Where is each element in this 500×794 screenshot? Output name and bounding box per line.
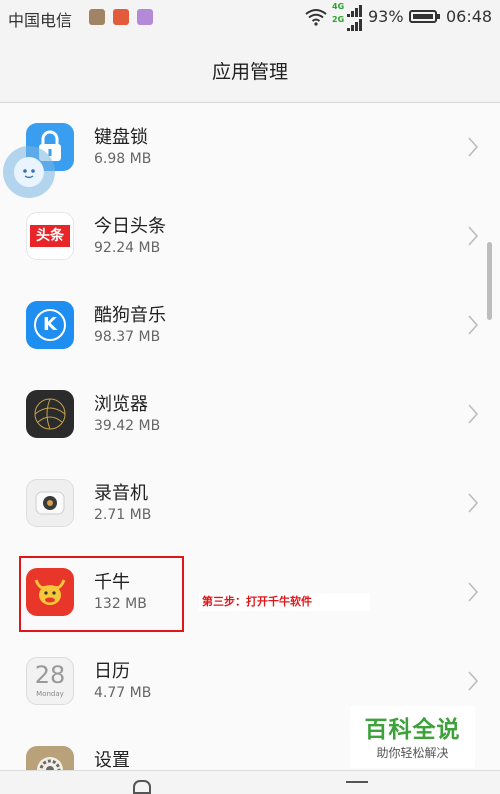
calendar-day: 28 — [34, 661, 66, 689]
gallery-icon — [137, 9, 153, 25]
notification-icon-2 — [113, 9, 129, 25]
calendar-weekday: Monday — [36, 690, 64, 698]
step-annotation: 第三步：打开千牛软件 — [199, 593, 370, 611]
settings-icon — [26, 746, 74, 770]
wifi-icon — [305, 9, 327, 26]
app-size: 6.98 MB — [94, 151, 152, 167]
status-bar: 中国电信 4G 2G 93% 06:48 — [0, 0, 500, 36]
chevron-right-icon — [468, 493, 479, 513]
app-name: 设置 — [94, 750, 130, 770]
app-list[interactable]: 键盘锁 6.98 MB 头条 今日头条 92.24 MB K 酷狗音乐 98.3… — [0, 103, 500, 770]
carrier-label: 中国电信 — [8, 11, 73, 30]
floating-assistant-button[interactable] — [3, 146, 55, 198]
watermark-subtitle: 助你轻松解决 — [376, 746, 449, 760]
battery-icon — [409, 10, 440, 23]
assistant-face-icon — [14, 157, 44, 187]
app-name: 今日头条 — [94, 216, 166, 237]
app-name: 录音机 — [94, 483, 148, 504]
app-row-keyboard-lock[interactable]: 键盘锁 6.98 MB — [0, 103, 500, 193]
calendar-icon: 28 Monday — [26, 657, 74, 705]
network-4g: 4G — [332, 2, 345, 11]
chevron-right-icon — [468, 671, 479, 691]
title-bar: 应用管理 — [0, 36, 500, 103]
menu-icon[interactable] — [346, 781, 368, 783]
chevron-right-icon — [468, 582, 479, 602]
app-row-browser[interactable]: 浏览器 39.42 MB — [0, 370, 500, 460]
chevron-right-icon — [468, 404, 479, 424]
network-2g: 2G — [332, 15, 345, 24]
signal-icon — [347, 5, 362, 31]
browser-icon — [26, 390, 74, 438]
watermark-logo: 百科全说 助你轻松解决 — [350, 706, 475, 768]
highlight-box — [19, 556, 184, 632]
app-size: 98.37 MB — [94, 329, 161, 345]
app-size: 2.71 MB — [94, 507, 152, 523]
app-row-recorder[interactable]: 录音机 2.71 MB — [0, 459, 500, 549]
toutiao-icon: 头条 — [26, 212, 74, 260]
app-name: 键盘锁 — [94, 127, 148, 148]
app-row-toutiao[interactable]: 头条 今日头条 92.24 MB — [0, 192, 500, 282]
chevron-right-icon — [468, 137, 479, 157]
chevron-right-icon — [468, 226, 479, 246]
app-size: 4.77 MB — [94, 685, 152, 701]
navigation-bar — [0, 770, 500, 794]
notification-icon-1 — [89, 9, 105, 25]
app-name: 日历 — [94, 661, 130, 682]
chevron-right-icon — [468, 315, 479, 335]
home-icon[interactable] — [133, 780, 151, 794]
recorder-icon — [26, 479, 74, 527]
toutiao-badge: 头条 — [30, 225, 70, 247]
kugou-badge: K — [34, 309, 66, 341]
page-title: 应用管理 — [211, 61, 288, 83]
app-row-kugou[interactable]: K 酷狗音乐 98.37 MB — [0, 281, 500, 371]
clock: 06:48 — [446, 7, 493, 26]
scrollbar[interactable] — [487, 242, 492, 320]
app-name: 浏览器 — [94, 394, 148, 415]
battery-percent: 93% — [368, 7, 404, 26]
network-type: 4G 2G — [332, 2, 344, 25]
watermark-title: 百科全说 — [364, 717, 461, 743]
app-name: 酷狗音乐 — [94, 305, 166, 326]
app-size: 92.24 MB — [94, 240, 161, 256]
app-size: 39.42 MB — [94, 418, 161, 434]
kugou-icon: K — [26, 301, 74, 349]
